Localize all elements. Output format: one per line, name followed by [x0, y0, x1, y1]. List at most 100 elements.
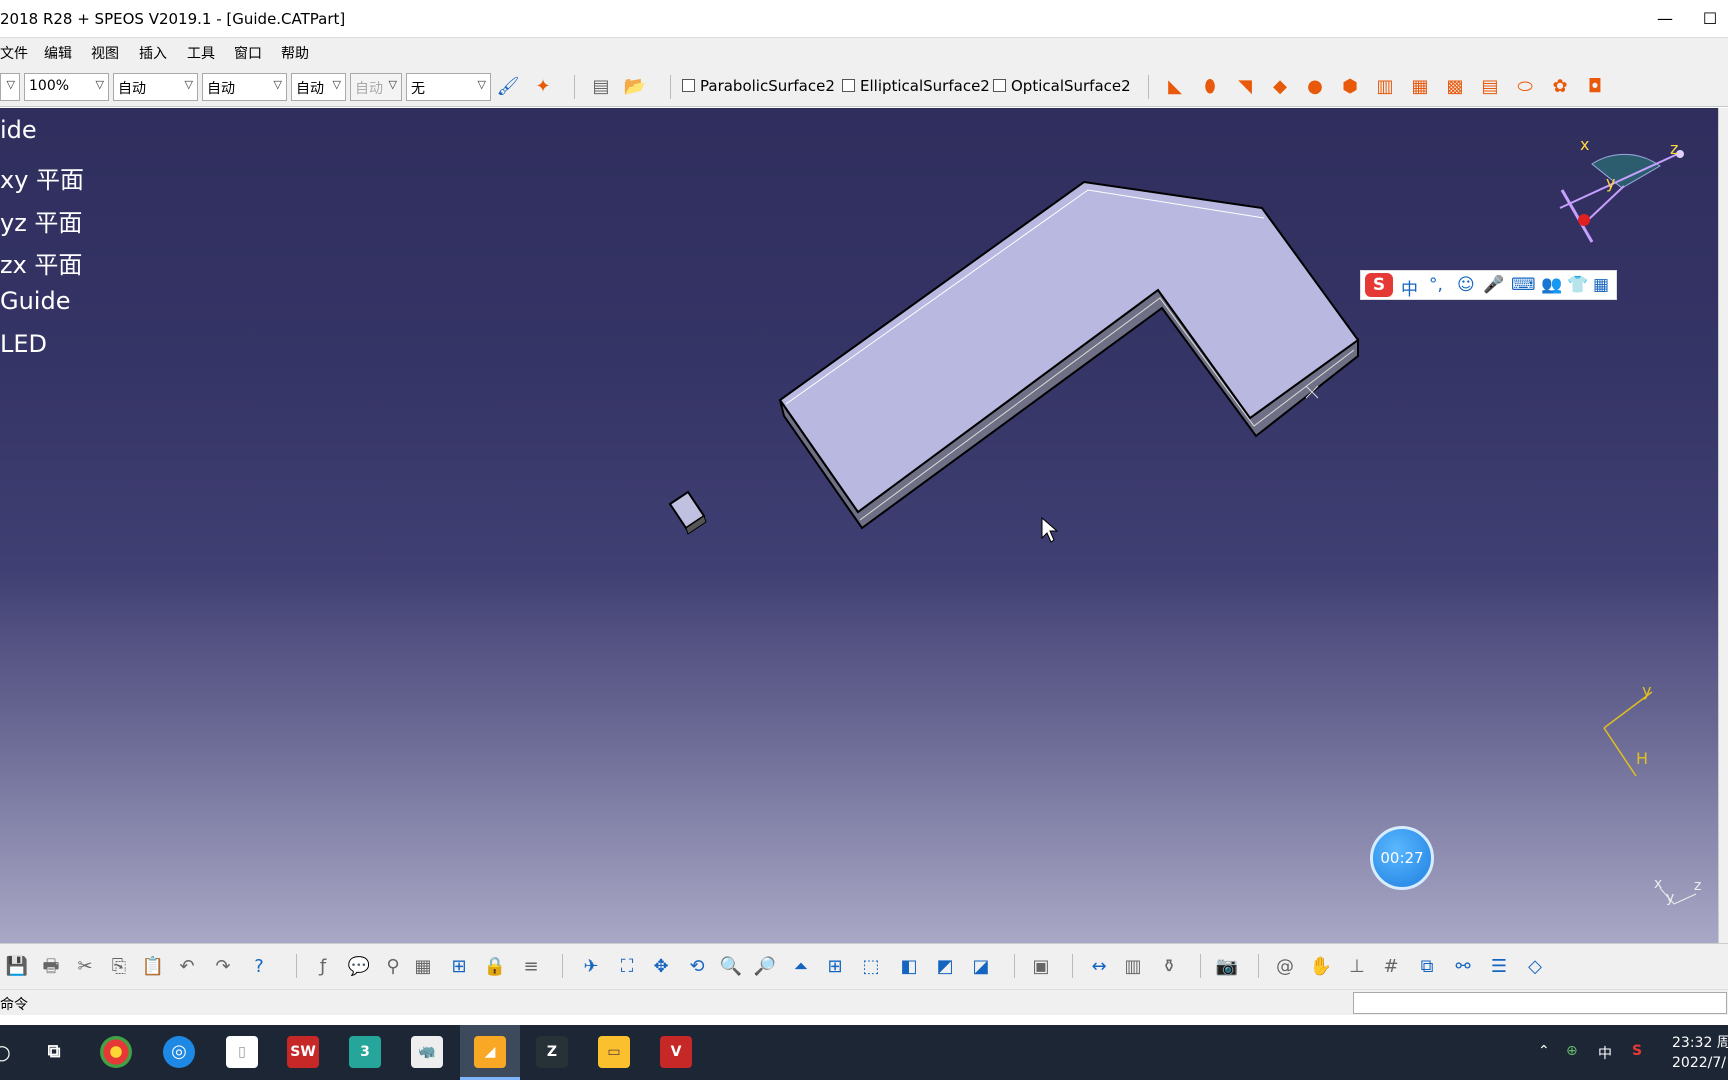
folder-icon[interactable]: 📂 [622, 74, 648, 100]
tray-add-icon[interactable]: ⊕ [1566, 1043, 1578, 1059]
menu-file[interactable]: 文件 [0, 43, 28, 63]
help-icon[interactable]: ? [246, 954, 272, 980]
surface-tool-icon[interactable]: ◣ [1162, 74, 1188, 100]
menu-insert[interactable]: 插入 [139, 43, 167, 63]
ime-user-icon[interactable]: 👥 [1541, 275, 1562, 295]
ime-toolbar[interactable]: S 中 °, ☺ 🎤 ⌨ 👥 👕 ▦ [1360, 270, 1617, 300]
menu-window[interactable]: 窗口 [234, 43, 262, 63]
checkbox-optical-surface[interactable]: OpticalSurface2 [993, 77, 1131, 95]
material-icon[interactable]: ⚱ [1156, 954, 1182, 980]
3d-viewport[interactable]: ide xy 平面 yz 平面 zx 平面 Guide LED x y z y … [0, 108, 1718, 943]
combo-auto-1[interactable]: 自动 ▽ [113, 73, 198, 101]
axis-system-icon[interactable]: ⊥ [1344, 954, 1370, 980]
ime-emoji-icon[interactable]: ☺ [1457, 275, 1475, 295]
flower-icon[interactable]: ✿ [1547, 74, 1573, 100]
spiral-icon[interactable]: @ [1272, 954, 1298, 980]
rotate-icon[interactable]: ⟲ [684, 954, 710, 980]
tray-ime-mode[interactable]: 中 [1598, 1043, 1612, 1063]
zoom-combo[interactable]: 100% ▽ [24, 73, 109, 101]
tree-structure-icon[interactable]: ⊞ [446, 954, 472, 980]
list-icon[interactable]: ☰ [1486, 954, 1512, 980]
ime-punct-icon[interactable]: °, [1429, 275, 1443, 295]
menu-tools[interactable]: 工具 [187, 43, 215, 63]
measure-icon[interactable]: ↔ [1086, 954, 1112, 980]
sogou-logo-icon[interactable]: S [1365, 273, 1393, 297]
chrome-icon[interactable] [100, 1036, 132, 1068]
redo-icon[interactable]: ↷ [210, 954, 236, 980]
combo-auto-2[interactable]: 自动 ▽ [202, 73, 287, 101]
parameters-icon[interactable]: ≡ [518, 954, 544, 980]
search-icon[interactable]: ○ [0, 1036, 18, 1068]
vertical-scrollbar[interactable] [1718, 108, 1728, 943]
hand-icon[interactable]: ✋ [1308, 954, 1334, 980]
inertia-icon[interactable]: ▥ [1120, 954, 1146, 980]
save-icon[interactable]: 💾 [4, 954, 30, 980]
pan-icon[interactable]: ✥ [648, 954, 674, 980]
facet-surface-icon[interactable]: ◆ [1267, 74, 1293, 100]
camera-icon[interactable]: 📷 [1214, 954, 1240, 980]
dome-icon[interactable]: ⬭ [1512, 74, 1538, 100]
combo-auto-3[interactable]: 自动 ▽ [291, 73, 346, 101]
solidworks-icon[interactable]: SW [287, 1036, 319, 1068]
shading-icon[interactable]: ◧ [896, 954, 922, 980]
stripes-icon[interactable]: ▤ [1477, 74, 1503, 100]
task-view-icon[interactable]: ⧉ [38, 1036, 70, 1068]
ime-mode-icon[interactable]: 中 [1401, 275, 1418, 300]
part-geometry[interactable]: x y z y H x y z [0, 108, 1718, 943]
command-input[interactable] [1353, 992, 1727, 1014]
knowledge-icon[interactable]: ⚲ [380, 954, 406, 980]
combo-left-partial[interactable]: ▽ [0, 73, 20, 101]
cut-icon[interactable]: ✂ [72, 954, 98, 980]
vray-icon[interactable]: V [660, 1036, 692, 1068]
zoom-in-icon[interactable]: 🔍 [718, 954, 744, 980]
analysis-icon[interactable]: ⚯ [1450, 954, 1476, 980]
iso-view-icon[interactable]: ⬚ [858, 954, 884, 980]
block-icon[interactable]: ◘ [1582, 74, 1608, 100]
array-icon[interactable]: ▥ [1372, 74, 1398, 100]
zoom-out-icon[interactable]: 🔎 [752, 954, 778, 980]
copy-icon[interactable]: ⎘ [106, 954, 132, 980]
ime-skin-icon[interactable]: 👕 [1567, 275, 1588, 295]
snap-icon[interactable]: ⧉ [1414, 954, 1440, 980]
hide-show-icon[interactable]: ◩ [932, 954, 958, 980]
minimize-button[interactable]: — [1645, 6, 1685, 32]
fly-mode-icon[interactable]: ✈ [578, 954, 604, 980]
parabola-surface-icon[interactable]: ◥ [1232, 74, 1258, 100]
ime-mic-icon[interactable]: 🎤 [1483, 275, 1504, 295]
maximize-button[interactable]: ☐ [1690, 6, 1728, 32]
sphere-icon[interactable]: ● [1302, 74, 1328, 100]
file-explorer-icon[interactable]: ▭ [598, 1036, 630, 1068]
multi-view-icon[interactable]: ⊞ [822, 954, 848, 980]
fit-all-icon[interactable]: ⛶ [614, 954, 640, 980]
fresnel-icon[interactable]: ▦ [1407, 74, 1433, 100]
combo-none[interactable]: 无 ▽ [406, 73, 491, 101]
print-icon[interactable]: 🖶 [38, 954, 64, 980]
compass-icon[interactable] [1559, 150, 1684, 243]
browser-icon[interactable]: ◎ [163, 1036, 195, 1068]
normal-view-icon[interactable]: ⏶ [788, 954, 814, 980]
formula-icon[interactable]: ƒ [310, 954, 336, 980]
menu-view[interactable]: 视图 [91, 43, 119, 63]
undo-icon[interactable]: ↶ [174, 954, 200, 980]
recording-timer[interactable]: 00:27 [1370, 826, 1434, 890]
paint-brush-icon[interactable]: 🖌 [495, 74, 521, 100]
magic-wand-icon[interactable]: ✦ [530, 74, 556, 100]
checkbox-elliptical-surface[interactable]: EllipticalSurface2 [842, 77, 990, 95]
menu-help[interactable]: 帮助 [281, 43, 309, 63]
grid-icon[interactable]: ▩ [1442, 74, 1468, 100]
properties-icon[interactable]: ▤ [588, 74, 614, 100]
swap-visible-icon[interactable]: ◪ [968, 954, 994, 980]
ime-menu-icon[interactable]: ▦ [1593, 275, 1609, 295]
comment-icon[interactable]: 💬 [346, 954, 372, 980]
table-icon[interactable]: ▦ [410, 954, 436, 980]
tray-sogou-icon[interactable]: S [1632, 1043, 1642, 1059]
catalog-icon[interactable]: ▣ [1028, 954, 1054, 980]
checkbox-parabolic-surface[interactable]: ParabolicSurface2 [682, 77, 835, 95]
zbrush-icon[interactable]: Z [536, 1036, 568, 1068]
tray-chevron-icon[interactable]: ⌃ [1538, 1043, 1550, 1059]
eraser-icon[interactable]: ◇ [1522, 954, 1548, 980]
units-icon[interactable]: # [1378, 954, 1404, 980]
paste-icon[interactable]: 📋 [140, 954, 166, 980]
led-part[interactable] [668, 490, 707, 535]
system-clock[interactable]: 23:32 周 2022/7/ [1672, 1033, 1728, 1073]
